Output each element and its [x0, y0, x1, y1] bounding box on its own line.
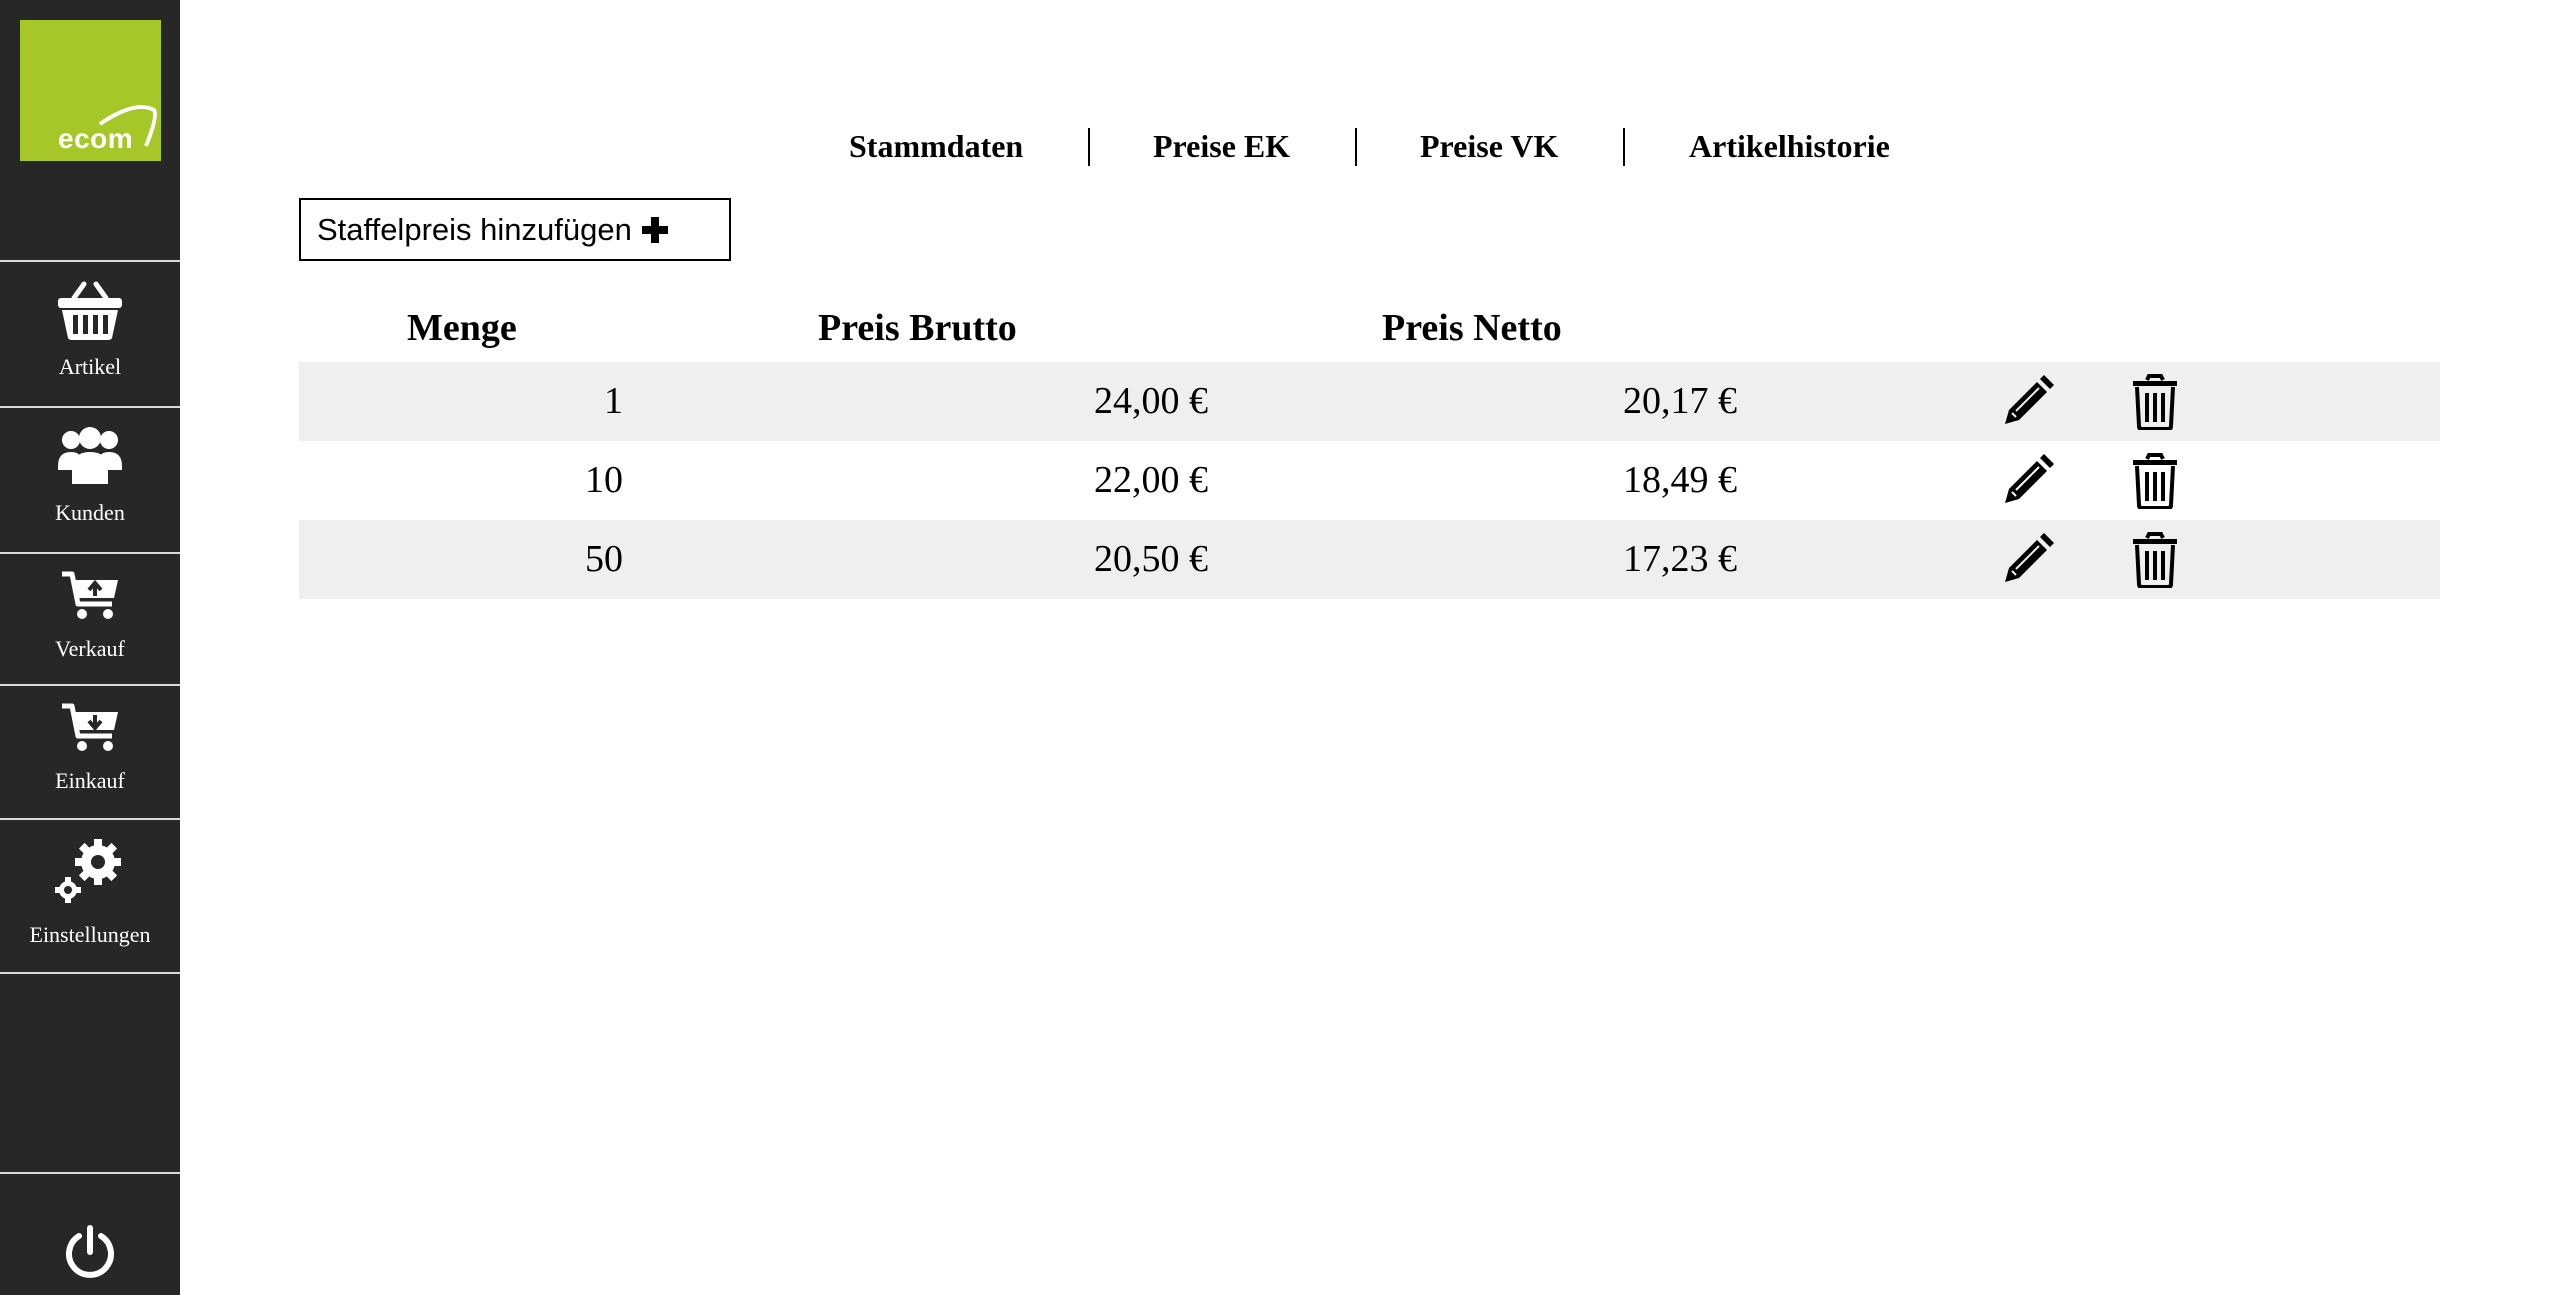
sidebar-item-label: Einkauf — [55, 768, 125, 793]
sidebar-item-label: Verkauf — [55, 636, 125, 661]
sidebar-item-verkauf[interactable]: Verkauf — [0, 554, 180, 684]
table-row: 1 24,00 € 20,17 € — [299, 362, 2440, 441]
sidebar: ecom Artikel Kunden Verkauf Einkauf Eins… — [0, 0, 180, 1295]
cell-preis-netto: 18,49 € — [1623, 459, 1737, 501]
trash-icon[interactable] — [2127, 374, 2183, 430]
pencil-icon[interactable] — [1999, 453, 2055, 509]
tab-divider — [1623, 128, 1625, 166]
sidebar-item-artikel[interactable]: Artikel — [0, 262, 180, 406]
sidebar-item-einkauf[interactable]: Einkauf — [0, 686, 180, 818]
basket-icon — [58, 281, 122, 340]
tab-stammdaten[interactable]: Stammdaten — [849, 128, 1023, 165]
table-row: 10 22,00 € 18,49 € — [299, 441, 2440, 520]
column-header-preis-brutto: Preis Brutto — [818, 307, 1017, 349]
sidebar-item-label: Kunden — [55, 500, 125, 525]
add-staffelpreis-button[interactable]: Staffelpreis hinzufügen — [299, 198, 731, 261]
table-row: 50 20,50 € 17,23 € — [299, 520, 2440, 599]
column-header-preis-netto: Preis Netto — [1382, 307, 1562, 349]
sidebar-item-einstellungen[interactable]: Einstellungen — [0, 820, 180, 972]
table-header: Menge Preis Brutto Preis Netto — [299, 298, 2440, 362]
pencil-icon[interactable] — [1999, 374, 2055, 430]
tab-bar: Stammdaten Preise EK Preise VK Artikelhi… — [0, 118, 2560, 168]
nav-divider — [0, 1172, 180, 1174]
users-icon — [58, 427, 122, 484]
tab-preise-vk[interactable]: Preise VK — [1420, 128, 1558, 165]
tab-divider — [1355, 128, 1357, 166]
add-button-label: Staffelpreis hinzufügen — [317, 211, 632, 247]
nav-divider — [0, 972, 180, 974]
trash-icon[interactable] — [2127, 532, 2183, 588]
tab-artikelhistorie[interactable]: Artikelhistorie — [1689, 128, 1890, 165]
tab-divider — [1088, 128, 1090, 166]
pencil-icon[interactable] — [1999, 532, 2055, 588]
cell-preis-netto: 17,23 € — [1623, 538, 1737, 580]
staffelpreis-table: Menge Preis Brutto Preis Netto 1 24,00 €… — [299, 298, 2440, 599]
gears-icon — [55, 839, 121, 903]
sidebar-item-kunden[interactable]: Kunden — [0, 408, 180, 552]
cart-upload-icon — [62, 571, 118, 619]
trash-icon[interactable] — [2127, 453, 2183, 509]
cell-preis-netto: 20,17 € — [1623, 380, 1737, 422]
sidebar-item-label: Einstellungen — [29, 922, 151, 947]
power-icon[interactable] — [62, 1224, 118, 1280]
plus-icon — [641, 216, 668, 243]
sidebar-item-label: Artikel — [58, 354, 122, 379]
tab-preise-ek[interactable]: Preise EK — [1153, 128, 1290, 165]
cart-download-icon — [62, 703, 118, 751]
column-header-menge: Menge — [407, 307, 517, 349]
